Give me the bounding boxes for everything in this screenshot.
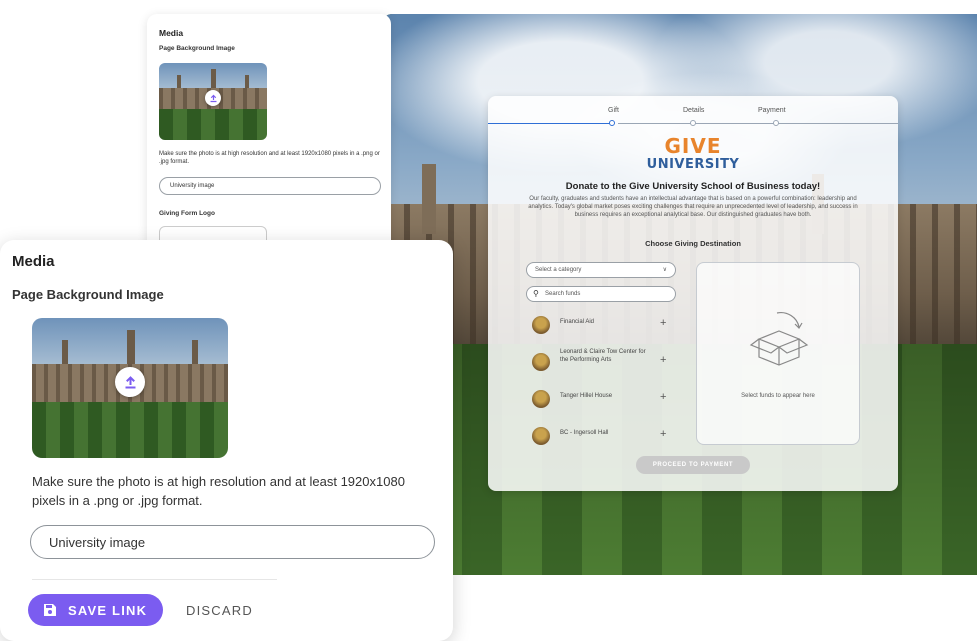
image-help-text: Make sure the photo is at high resolutio… [159, 151, 380, 166]
form-title: Donate to the Give University School of … [565, 181, 821, 192]
background-image-thumbnail[interactable] [32, 318, 228, 458]
fund-search-input[interactable]: ⚲ Search funds [526, 286, 676, 302]
save-link-label: SAVE LINK [68, 602, 148, 618]
logo-give: GIVE [664, 134, 722, 158]
fund-name: Leonard & Claire Tow Center for the Perf… [560, 349, 646, 363]
thumb-lawn [159, 109, 267, 140]
category-select[interactable]: Select a category ∨ [526, 262, 676, 278]
fund-avatar [532, 427, 550, 445]
fund-item[interactable]: Leonard & Claire Tow Center for the Perf… [532, 346, 682, 382]
step-dot-gift [609, 120, 615, 126]
discard-button[interactable]: DISCARD [186, 603, 253, 618]
thumb-lawn [32, 402, 228, 458]
fund-item[interactable]: Tanger Hillel House + [532, 390, 682, 410]
panel-title: Media [159, 28, 184, 38]
divider [32, 579, 277, 580]
upload-icon[interactable] [205, 90, 221, 107]
fund-item[interactable]: BC - Ingersoll Hall + [532, 427, 682, 447]
fund-avatar [532, 390, 550, 408]
chevron-down-icon: ∨ [662, 267, 667, 273]
background-image-label: Page Background Image [12, 287, 164, 302]
form-description: Our faculty, graduates and students have… [528, 196, 858, 219]
image-help-text: Make sure the photo is at high resolutio… [32, 474, 405, 508]
fund-name: Financial Aid [560, 319, 595, 325]
media-panel-front: Media Page Background Image Make sure th… [0, 240, 453, 641]
save-link-button[interactable]: SAVE LINK [28, 594, 163, 626]
image-name-input[interactable] [30, 525, 435, 559]
form-subtitle: Choose Giving Destination [645, 239, 741, 248]
preview-tower [422, 164, 436, 234]
fund-avatar [532, 353, 550, 371]
step-dot-details [690, 120, 696, 126]
logo-university: UNIVERSITY [646, 157, 740, 172]
background-image-label: Page Background Image [159, 45, 235, 52]
save-icon [44, 604, 56, 616]
form-steps: Gift Details Payment [488, 96, 898, 128]
panel-title: Media [12, 253, 55, 270]
giving-form-logo-label: Giving Form Logo [159, 210, 215, 217]
empty-box-icon [749, 312, 809, 366]
upload-icon[interactable] [115, 367, 145, 398]
fund-avatar [532, 316, 550, 334]
step-details[interactable]: Details [683, 107, 704, 114]
fund-search-placeholder: Search funds [545, 291, 581, 297]
background-image-thumbnail[interactable] [159, 63, 267, 140]
step-dot-payment [773, 120, 779, 126]
search-icon: ⚲ [533, 289, 539, 298]
media-panel-back: Media Page Background Image Make sure th… [147, 14, 391, 264]
category-select-value: Select a category [535, 267, 582, 273]
add-fund-icon[interactable]: + [660, 428, 666, 440]
step-gift[interactable]: Gift [608, 107, 619, 114]
add-fund-icon[interactable]: + [660, 317, 666, 329]
selected-funds-box: Select funds to appear here [696, 262, 860, 445]
fund-name: Tanger Hillel House [560, 393, 613, 399]
proceed-to-payment-button[interactable]: PROCEED TO PAYMENT [636, 456, 750, 474]
add-fund-icon[interactable]: + [660, 391, 666, 403]
step-progress-line [488, 123, 612, 124]
fund-item[interactable]: Financial Aid + [532, 316, 682, 336]
donation-form-card: Gift Details Payment GIVE UNIVERSITY Don… [488, 96, 898, 491]
empty-funds-text: Select funds to appear here [741, 393, 815, 399]
image-name-input[interactable]: University image [159, 177, 381, 195]
step-line [618, 123, 898, 124]
step-payment[interactable]: Payment [758, 107, 786, 114]
fund-name: BC - Ingersoll Hall [560, 430, 609, 436]
add-fund-icon[interactable]: + [660, 354, 666, 366]
